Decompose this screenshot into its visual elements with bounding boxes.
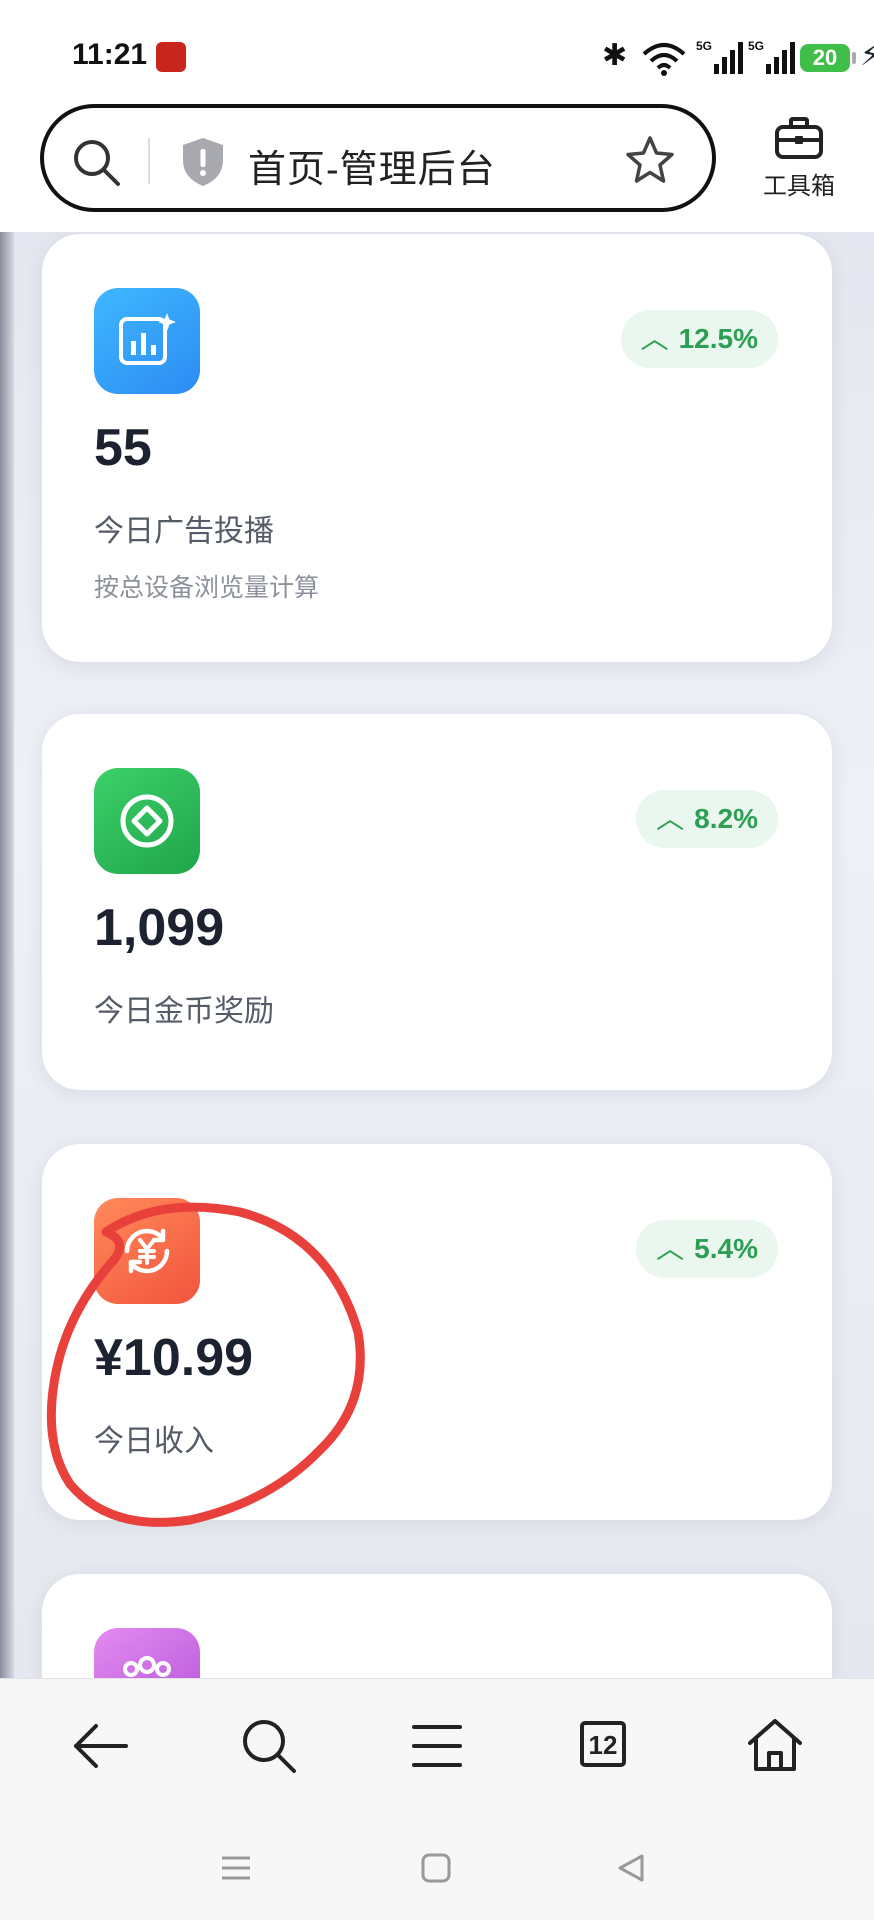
recent-apps-icon[interactable]	[216, 1848, 256, 1888]
stat-card-ad-plays[interactable]: ︿ 12.5% 55 今日广告投播 按总设备浏览量计算	[42, 234, 832, 662]
address-separator	[148, 138, 150, 184]
change-badge: ︿ 8.2%	[636, 790, 778, 848]
back-system-icon[interactable]	[612, 1848, 652, 1888]
change-badge: ︿ 12.5%	[620, 310, 778, 368]
toolbox-button[interactable]: 工具箱	[744, 116, 854, 206]
stat-card-revenue[interactable]: ︿ 5.4% ¥10.99 今日收入	[42, 1144, 832, 1520]
stat-label: 今日收入	[94, 1425, 214, 1458]
status-icons: ✱ 5G 5G 20 ⚡	[474, 38, 874, 78]
tabs-button[interactable]: 12	[572, 1713, 638, 1779]
status-time: 11:21	[72, 38, 148, 71]
signal-5g-icon-2: 5G	[748, 39, 795, 74]
coin-icon	[94, 768, 200, 874]
address-bar[interactable]: 首页-管理后台	[40, 104, 716, 212]
edge-shadow	[0, 232, 14, 1678]
battery-tip	[852, 52, 856, 64]
home-button[interactable]	[742, 1713, 808, 1779]
change-value: 8.2%	[694, 803, 758, 834]
stat-value: 55	[94, 419, 152, 477]
search-icon	[243, 1720, 296, 1773]
battery-level: 20	[800, 44, 850, 72]
back-button[interactable]	[68, 1713, 134, 1779]
stat-card-users[interactable]	[42, 1574, 832, 1678]
home-system-icon[interactable]	[416, 1848, 456, 1888]
menu-icon	[412, 1725, 462, 1767]
toolbox-label: 工具箱	[763, 173, 835, 200]
search-button[interactable]	[236, 1713, 302, 1779]
stat-card-coin-rewards[interactable]: ︿ 8.2% 1,099 今日金币奖励	[42, 714, 832, 1090]
arrow-left-icon	[74, 1724, 128, 1768]
chevron-up-icon: ︿	[656, 1233, 685, 1264]
charging-icon: ⚡	[860, 39, 874, 72]
stat-label: 今日广告投播	[94, 515, 274, 548]
svg-text:5G: 5G	[696, 39, 712, 53]
search-icon[interactable]	[70, 136, 122, 188]
chevron-up-icon: ︿	[656, 803, 685, 834]
signal-5g-icon: 5G	[696, 39, 743, 74]
menu-button[interactable]	[404, 1713, 470, 1779]
users-icon	[94, 1628, 200, 1678]
stat-subtitle: 按总设备浏览量计算	[94, 574, 320, 602]
shield-icon[interactable]	[180, 136, 226, 188]
browser-top-bar: 首页-管理后台 工具箱	[0, 100, 874, 232]
yuan-exchange-icon	[94, 1198, 200, 1304]
change-value: 5.4%	[694, 1233, 758, 1264]
wifi-icon	[642, 43, 686, 76]
chevron-up-icon: ︿	[640, 323, 669, 354]
bookmark-star-icon[interactable]	[624, 134, 676, 186]
page-title[interactable]: 首页-管理后台	[248, 138, 496, 193]
stat-label: 今日金币奖励	[94, 995, 274, 1028]
system-nav-bar	[0, 1814, 874, 1920]
stat-value: 1,099	[94, 899, 225, 957]
chart-sparkle-icon	[94, 288, 200, 394]
tabs-count: 12	[580, 1721, 626, 1767]
home-icon	[748, 1719, 802, 1771]
toolbox-icon	[775, 117, 823, 159]
notification-app-icon	[156, 42, 186, 72]
browser-nav-bar: 12	[0, 1678, 874, 1815]
bluetooth-icon: ✱	[602, 39, 628, 72]
dashboard-content[interactable]: ︿ 12.5% 55 今日广告投播 按总设备浏览量计算 ︿ 8.2% 1,099 今…	[0, 232, 874, 1678]
stat-value: ¥10.99	[94, 1329, 254, 1387]
change-value: 12.5%	[678, 323, 758, 354]
change-badge: ︿ 5.4%	[636, 1220, 778, 1278]
svg-text:5G: 5G	[748, 39, 764, 53]
status-bar: 11:21 ✱ 5G 5G 20 ⚡	[0, 0, 874, 100]
